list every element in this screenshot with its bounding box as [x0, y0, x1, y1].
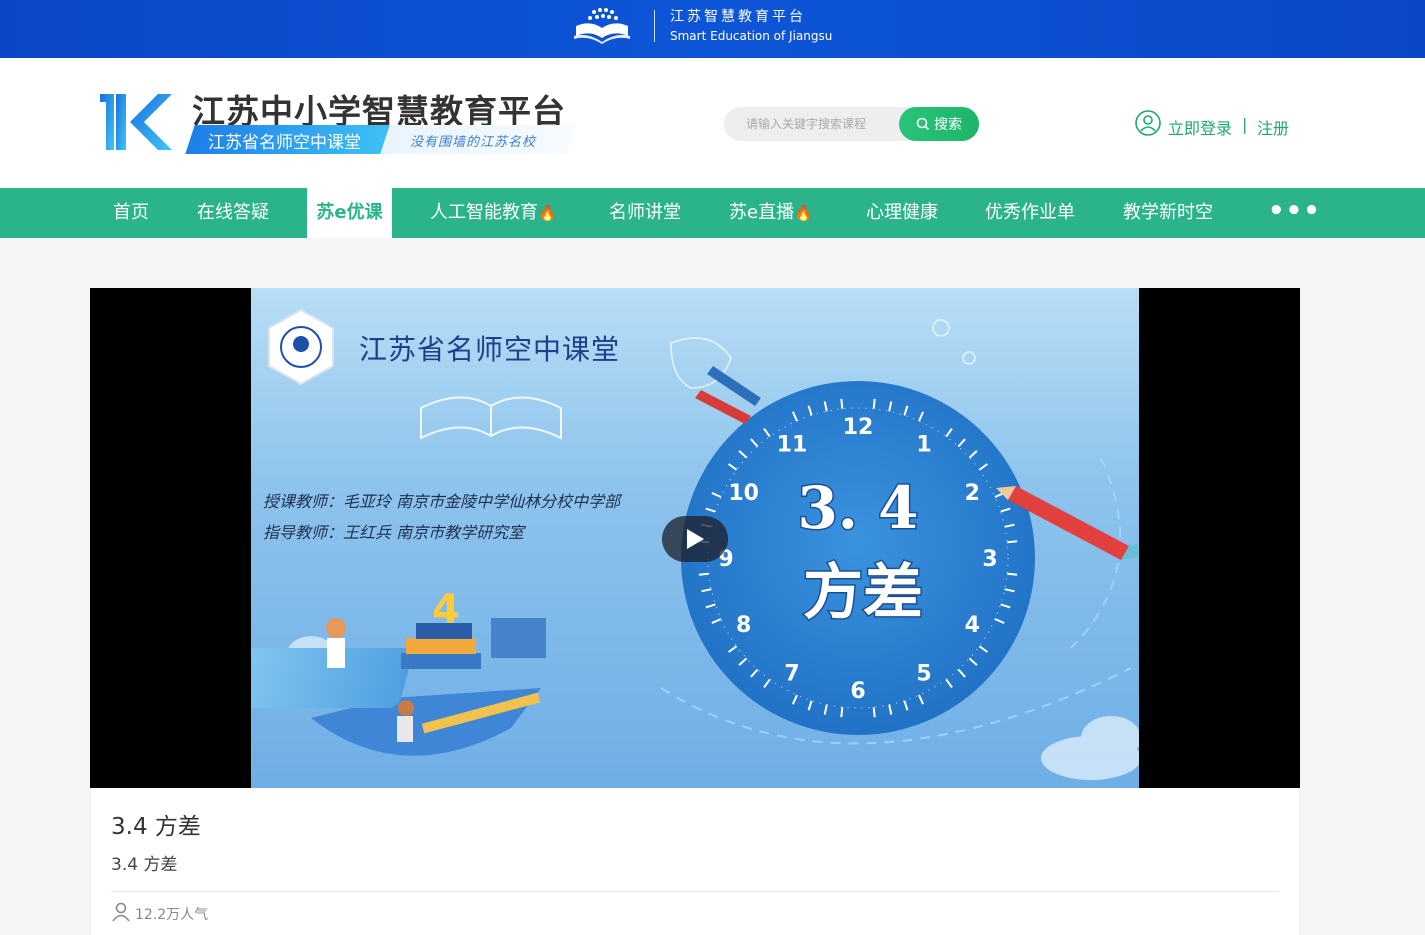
clock-number: 11 [777, 433, 808, 458]
clock-tick [1007, 572, 1018, 576]
video-info-card: 3.4 方差 3.4 方差 12.2万人气 [90, 788, 1300, 935]
clock-number: 4 [965, 613, 980, 638]
clock-tick [1007, 540, 1018, 544]
register-link[interactable]: 注册 [1257, 115, 1289, 139]
info-divider [111, 891, 1279, 892]
nav-item-su-e-youke[interactable]: 苏e优课 [307, 188, 392, 238]
video-player[interactable]: 12 1 2 3 4 5 6 7 8 9 10 11 3. 4 方差 4 江苏省… [90, 288, 1300, 788]
svg-text:4: 4 [432, 587, 460, 633]
nav-item-online-qa[interactable]: 在线答疑 [197, 188, 269, 238]
banner-title: 江苏省名师空中课堂 [359, 333, 621, 366]
nav-label: 教学新时空 [1123, 202, 1213, 223]
person-icon [112, 902, 130, 922]
nav-item-teacher-lecture[interactable]: 名师讲堂 [609, 188, 681, 238]
topbar-title-cn: 江苏智慧教育平台 [670, 9, 806, 25]
brand-slogan: 没有围墙的江苏名校 [410, 135, 537, 150]
clock-tick [872, 398, 876, 409]
nav-label: 名师讲堂 [609, 202, 681, 223]
user-icon [1135, 110, 1161, 136]
fire-icon: 🔥 [794, 204, 813, 222]
nav-label: 优秀作业单 [985, 202, 1075, 223]
search-box: 搜索 [724, 107, 979, 141]
search-icon [916, 117, 930, 131]
clock-tick [840, 707, 844, 718]
video-subtitle: 3.4 方差 [111, 855, 178, 875]
search-input[interactable] [746, 114, 896, 134]
clock-number: 1 [916, 433, 931, 458]
teacher-line: 授课教师：毛亚玲 南京市金陵中学仙林分校中学部 [263, 492, 621, 511]
clock-tick [840, 398, 844, 409]
nav-item-mental-health[interactable]: 心理健康 [866, 188, 938, 238]
clock-number: 10 [728, 481, 759, 506]
login-link[interactable]: 立即登录 [1168, 115, 1232, 139]
more-menu-icon[interactable]: ••• [1268, 188, 1321, 238]
main-nav: 首页 在线答疑 苏e优课 人工智能教育🔥 名师讲堂 苏e直播🔥 心理健康 优秀作… [0, 188, 1425, 238]
top-banner: 江苏智慧教育平台 Smart Education of Jiangsu [0, 0, 1425, 58]
brand-tag: 江苏省名师空中课堂 [208, 133, 361, 153]
lesson-name: 方差 [803, 558, 923, 628]
clock-tick [698, 572, 709, 576]
clock-number: 8 [736, 613, 751, 638]
nav-item-ai-education[interactable]: 人工智能教育🔥 [430, 188, 557, 238]
nav-label: 在线答疑 [197, 202, 269, 223]
play-button[interactable] [662, 516, 728, 562]
play-icon [687, 529, 704, 549]
nav-item-new-era[interactable]: 教学新时空 [1123, 188, 1213, 238]
popularity-count: 12.2万人气 [135, 907, 209, 923]
topbar-divider [654, 10, 655, 42]
nav-label: 心理健康 [866, 202, 938, 223]
clock-number: 3 [982, 547, 997, 572]
login-separator: | [1242, 115, 1248, 134]
topbar-title-en: Smart Education of Jiangsu [670, 29, 833, 43]
video-title: 3.4 方差 [111, 814, 201, 840]
nav-item-homework[interactable]: 优秀作业单 [985, 188, 1075, 238]
nav-label: 首页 [113, 202, 149, 223]
site-header: 江苏中小学智慧教育平台 江苏省名师空中课堂 没有围墙的江苏名校 搜索 立即登录 … [0, 58, 1425, 188]
search-button-label: 搜索 [934, 117, 962, 133]
clock-number: 12 [843, 415, 874, 440]
nav-label: 苏e直播 [729, 202, 795, 223]
fire-icon: 🔥 [538, 204, 557, 222]
clock-number: 6 [850, 679, 865, 704]
nav-label: 人工智能教育 [430, 202, 538, 223]
brand-k-logo[interactable] [100, 90, 176, 154]
nav-item-live[interactable]: 苏e直播🔥 [729, 188, 813, 238]
search-button[interactable]: 搜索 [899, 107, 979, 141]
clock-number: 2 [965, 481, 980, 506]
lesson-number: 3. 4 [797, 474, 918, 542]
nav-item-home[interactable]: 首页 [113, 188, 149, 238]
nav-label: 苏e优课 [316, 202, 383, 223]
clock-number: 5 [916, 661, 931, 686]
clock-number: 7 [784, 661, 799, 686]
platform-book-icon [574, 8, 630, 44]
guide-line: 指导教师：王红兵 南京市教学研究室 [263, 523, 525, 542]
clock-tick [872, 707, 876, 718]
